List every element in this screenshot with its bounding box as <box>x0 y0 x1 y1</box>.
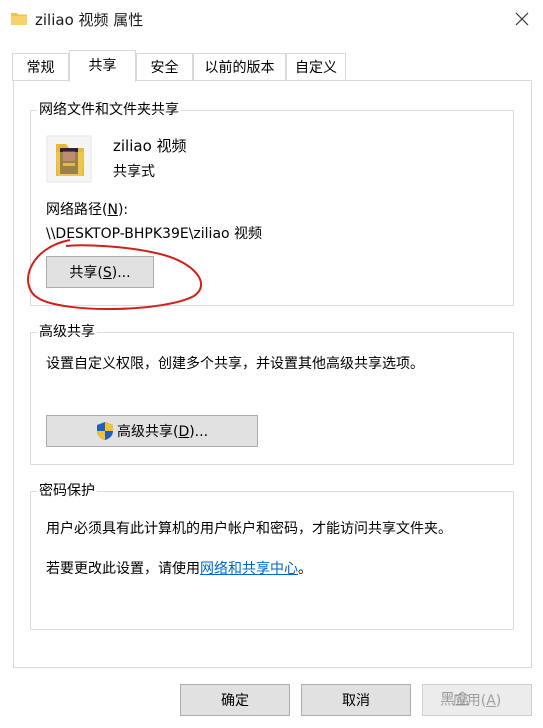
group-title: 网络文件和文件夹共享 <box>37 101 181 119</box>
tab-bar: 常规 共享 安全 以前的版本 自定义 <box>12 50 532 82</box>
advanced-sharing-button-label: 高级共享(D)... <box>116 424 209 440</box>
advanced-sharing-button[interactable]: 高级共享(D)... <box>46 415 258 447</box>
folder-icon <box>11 13 27 25</box>
cancel-button-label: 取消 <box>342 693 370 709</box>
tab-label: 常规 <box>26 60 55 76</box>
share-button[interactable]: 共享(S)... <box>46 256 154 288</box>
tab-label: 以前的版本 <box>204 60 275 76</box>
tab-label: 共享 <box>88 58 117 74</box>
share-button-label: 共享(S)... <box>69 265 131 281</box>
tab-customize[interactable]: 自定义 <box>286 53 346 81</box>
ok-button-label: 确定 <box>221 693 249 709</box>
title-bar: ziliao 视频 属性 <box>0 0 543 38</box>
close-icon <box>515 12 528 26</box>
uac-shield-icon <box>96 422 113 440</box>
folder-name: ziliao 视频 <box>113 137 187 155</box>
network-sharing-center-link[interactable]: 网络和共享中心 <box>200 561 298 577</box>
tab-sharing[interactable]: 共享 <box>69 50 136 82</box>
tab-security[interactable]: 安全 <box>136 53 193 81</box>
group-title: 高级共享 <box>37 323 97 341</box>
cancel-button[interactable]: 取消 <box>301 684 411 716</box>
shared-folder-icon <box>46 135 92 183</box>
password-protection-description: 用户必须具有此计算机的用户帐户和密码，才能访问共享文件夹。 <box>46 521 452 537</box>
tab-previous-versions[interactable]: 以前的版本 <box>193 53 286 81</box>
change-setting-text: 若要更改此设置，请使用网络和共享中心。 <box>46 561 312 577</box>
group-title: 密码保护 <box>37 482 97 500</box>
close-button[interactable] <box>500 0 543 38</box>
network-path-label: 网络路径(N): <box>46 202 129 218</box>
tab-label: 安全 <box>150 60 179 76</box>
apply-button[interactable]: 应用(A) <box>422 684 532 716</box>
watermark: 黑盒 <box>440 690 471 708</box>
network-path-value: \\DESKTOP-BHPK39E\ziliao 视频 <box>46 226 263 242</box>
tab-label: 自定义 <box>295 60 337 76</box>
window-title: ziliao 视频 属性 <box>35 11 144 29</box>
advanced-sharing-description: 设置自定义权限，创建多个共享，并设置其他高级共享选项。 <box>46 356 424 372</box>
tab-general[interactable]: 常规 <box>12 53 69 81</box>
share-status: 共享式 <box>113 164 155 180</box>
ok-button[interactable]: 确定 <box>180 684 290 716</box>
